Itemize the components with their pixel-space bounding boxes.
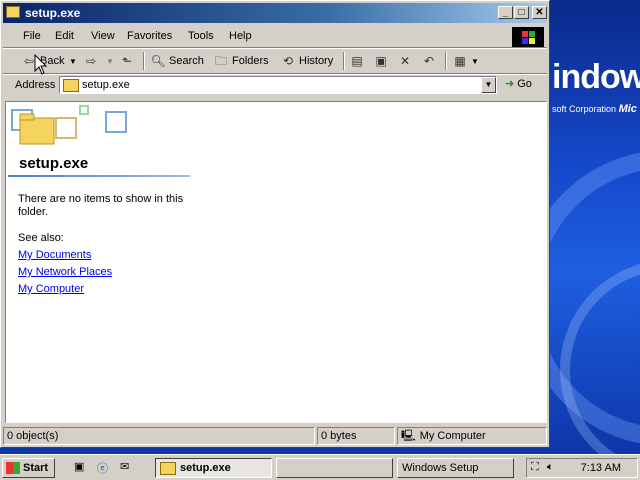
desktop-logo: indows [552,58,640,96]
explorer-window: setup.exe _ □ ✕ File Edit View Favorites… [0,0,550,448]
taskbar: Start ▣ ⓔ ✉ setup.exe Windows Setup ⛶ 🔈︎… [0,454,640,480]
forward-arrow-icon: ⇨ [85,54,97,68]
start-button[interactable]: Start [2,458,55,478]
history-label: History [299,55,334,67]
history-button[interactable]: ⟲ History [280,52,333,70]
mouse-cursor-icon [34,54,48,75]
chevron-down-icon: ▼ [69,56,77,66]
folder-banner-icon [11,105,127,145]
desktop-corp-label: soft Corporation [552,104,617,114]
toolbar: ⇦ Back ▼ ⇨ ▼ ⬑ 🔍︎ Search 🗀 Folders ⟲ His… [3,49,547,73]
link-my-network-places[interactable]: My Network Places [18,266,112,278]
folder-title: setup.exe [19,155,89,172]
maximize-button[interactable]: □ [514,6,529,19]
address-bar: Address setup.exe ▼ ➜ Go [3,75,547,97]
search-icon: 🔍︎ [150,54,166,68]
forward-dropdown[interactable]: ▼ [106,52,114,70]
delete-icon: ✕ [399,54,411,68]
volume-icon[interactable]: 🔈︎ [547,461,554,474]
go-arrow-icon: ➜ [505,78,515,90]
go-label: Go [517,77,532,90]
move-to-icon: ▤ [351,54,363,68]
windows-flag-icon [512,27,544,47]
status-zone-label: My Computer [419,430,486,442]
folder-icon [6,6,20,18]
network-icon[interactable]: ⛶ [531,461,539,474]
menu-bar: File Edit View Favorites Tools Help [3,26,547,47]
desktop-corp-bold: Mic [618,103,637,115]
forward-button[interactable]: ⇨ [83,52,99,70]
address-input[interactable]: setup.exe ▼ [59,76,497,94]
windows-logo-icon [6,462,20,474]
system-tray: ⛶ 🔈︎ 7:13 AM [526,458,638,478]
folder-icon [160,461,176,475]
history-icon: ⟲ [282,54,294,68]
computer-icon: 🖳 [401,429,416,442]
status-size: 0 bytes [317,427,395,445]
go-button[interactable]: ➜ Go [505,77,532,91]
link-my-documents[interactable]: My Documents [18,249,91,261]
status-bar: 0 object(s) 0 bytes 🖳 My Computer [3,427,547,445]
chevron-down-icon: ▼ [484,80,493,89]
close-button[interactable]: ✕ [532,6,547,19]
title-bar[interactable]: setup.exe _ □ ✕ [3,3,547,23]
folders-label: Folders [232,55,269,67]
menu-file[interactable]: File [23,30,41,42]
show-desktop-icon[interactable]: ▣ [74,460,90,476]
folders-icon: 🗀 [214,54,227,68]
divider [445,52,447,70]
back-dropdown[interactable]: ▼ [69,52,77,70]
chevron-down-icon: ▼ [106,56,114,66]
folder-icon [63,79,79,92]
outlook-express-icon[interactable]: ✉ [120,460,136,476]
views-icon: ▦ [454,54,466,68]
status-zone: 🖳 My Computer [397,427,547,445]
menu-favorites[interactable]: Favorites [127,30,172,42]
address-dropdown-button[interactable]: ▼ [481,77,496,93]
desktop-corp-text: soft Corporation Mic [552,103,637,115]
title-underline [8,175,190,177]
divider [143,52,145,70]
empty-folder-message: There are no items to show in this folde… [18,193,184,218]
taskbar-app-windows-setup[interactable]: Windows Setup [397,458,514,478]
undo-button[interactable]: ↶ [421,52,437,70]
address-value: setup.exe [82,79,130,91]
menu-tools[interactable]: Tools [188,30,214,42]
link-my-computer[interactable]: My Computer [18,283,84,295]
search-button[interactable]: 🔍︎ Search [150,52,204,70]
minimize-button[interactable]: _ [498,6,513,19]
views-button[interactable]: ▦ ▼ [452,52,479,70]
menu-edit[interactable]: Edit [55,30,74,42]
status-object-count: 0 object(s) [3,427,315,445]
taskbar-app-blank[interactable] [276,458,393,478]
copy-to-icon: ▣ [375,54,387,68]
copy-to-button[interactable]: ▣ [373,52,389,70]
see-also-label: See also: [18,232,64,244]
divider [343,52,345,70]
move-to-button[interactable]: ▤ [349,52,365,70]
clock[interactable]: 7:13 AM [581,462,621,474]
menu-view[interactable]: View [91,30,115,42]
search-label: Search [169,55,204,67]
up-folder-icon: ⬑ [121,54,133,68]
window-title: setup.exe [25,6,81,20]
undo-icon: ↶ [423,54,435,68]
folders-button[interactable]: 🗀 Folders [213,52,269,70]
internet-explorer-icon[interactable]: ⓔ [97,460,113,476]
folder-content: setup.exe There are no items to show in … [5,101,547,423]
chevron-down-icon: ▼ [471,56,479,66]
start-label: Start [23,462,49,474]
up-folder-button[interactable]: ⬑ [119,52,135,70]
address-label: Address [15,79,56,91]
menu-help[interactable]: Help [229,30,252,42]
taskbar-app-label: setup.exe [180,462,231,474]
delete-button[interactable]: ✕ [397,52,413,70]
taskbar-app-label: Windows Setup [402,462,479,474]
taskbar-app-setup[interactable]: setup.exe [155,458,272,478]
